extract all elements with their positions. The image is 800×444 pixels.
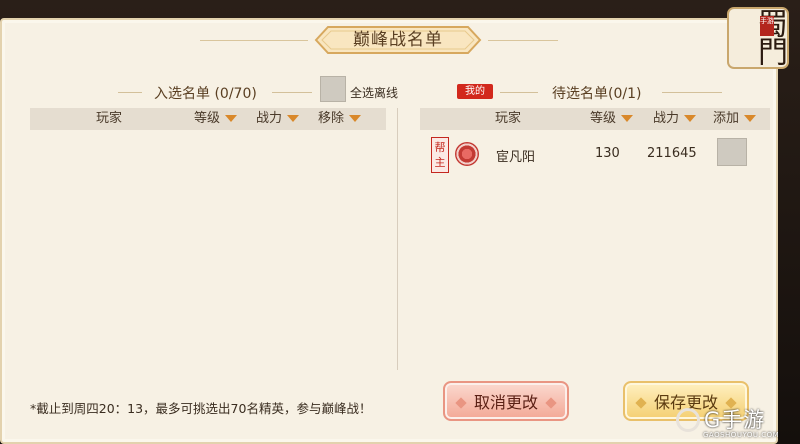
sort-arrow-icon xyxy=(349,115,362,122)
diamond-ornament-icon xyxy=(635,397,647,409)
player-level: 130 xyxy=(595,146,620,161)
add-player-checkbox[interactable] xyxy=(717,138,747,166)
title-divider-right xyxy=(488,40,558,41)
col-level-label: 等级 xyxy=(194,111,221,126)
right-title-rule-right xyxy=(662,92,722,93)
list-divider xyxy=(397,108,398,370)
col-add-label: 添加 xyxy=(713,111,740,126)
dialog-title: 巅峰战名单 xyxy=(353,30,443,50)
logo-seal: 手游 xyxy=(760,16,774,36)
col-level-label: 等级 xyxy=(590,111,617,126)
diamond-ornament-icon xyxy=(545,397,557,409)
col-remove-label: 移除 xyxy=(318,111,345,126)
select-all-offline-label: 全选离线 xyxy=(350,86,399,100)
candidate-row[interactable]: 帮主 宦凡阳 130 211645 xyxy=(428,134,768,174)
watermark-g-icon xyxy=(676,408,700,432)
role-badge: 帮主 xyxy=(431,137,449,173)
col-power-sort[interactable]: 战力 xyxy=(653,108,697,130)
sort-arrow-icon xyxy=(744,115,757,122)
title-divider-left xyxy=(200,40,308,41)
mine-tag[interactable]: 我的 xyxy=(457,84,493,99)
sort-arrow-icon xyxy=(621,115,634,122)
player-power: 211645 xyxy=(647,146,697,161)
player-name: 宦凡阳 xyxy=(496,150,536,165)
diamond-ornament-icon xyxy=(455,397,467,409)
deadline-note: *截止到周四20：13，最多可挑选出70名精英，参与巅峰战！ xyxy=(30,401,372,416)
col-player: 玩家 xyxy=(96,111,123,126)
right-title-rule-left xyxy=(500,92,538,93)
cancel-changes-button[interactable]: 取消更改 xyxy=(443,381,569,421)
left-title-rule-left xyxy=(118,92,142,93)
logo-text: 蜀門 xyxy=(752,8,787,64)
watermark-subtext: GAOSHOUYOU.COM xyxy=(703,431,780,439)
col-add-sort[interactable]: 添加 xyxy=(713,108,757,130)
selected-list-header: 玩家 等级 战力 移除 xyxy=(30,108,386,130)
sort-arrow-icon xyxy=(225,115,238,122)
col-player: 玩家 xyxy=(495,111,522,126)
col-power-label: 战力 xyxy=(653,111,680,126)
sort-arrow-icon xyxy=(684,115,697,122)
cancel-changes-label: 取消更改 xyxy=(473,393,538,412)
candidate-list-title: 待选名单(0/1) xyxy=(552,86,642,102)
candidate-list-header: 玩家 等级 战力 添加 xyxy=(420,108,770,130)
watermark-text: G手游 xyxy=(704,408,766,432)
col-level-sort[interactable]: 等级 xyxy=(194,108,238,130)
col-level-sort[interactable]: 等级 xyxy=(590,108,634,130)
watermark: G手游 GAOSHOUYOU.COM xyxy=(676,404,794,442)
avatar xyxy=(455,142,479,166)
selected-list-title: 入选名单 (0/70) xyxy=(154,86,257,102)
col-power-sort[interactable]: 战力 xyxy=(256,108,300,130)
col-power-label: 战力 xyxy=(256,111,283,126)
left-title-rule-right xyxy=(272,92,312,93)
col-remove-sort[interactable]: 移除 xyxy=(318,108,362,130)
select-all-offline-checkbox[interactable] xyxy=(320,76,346,102)
sort-arrow-icon xyxy=(287,115,300,122)
